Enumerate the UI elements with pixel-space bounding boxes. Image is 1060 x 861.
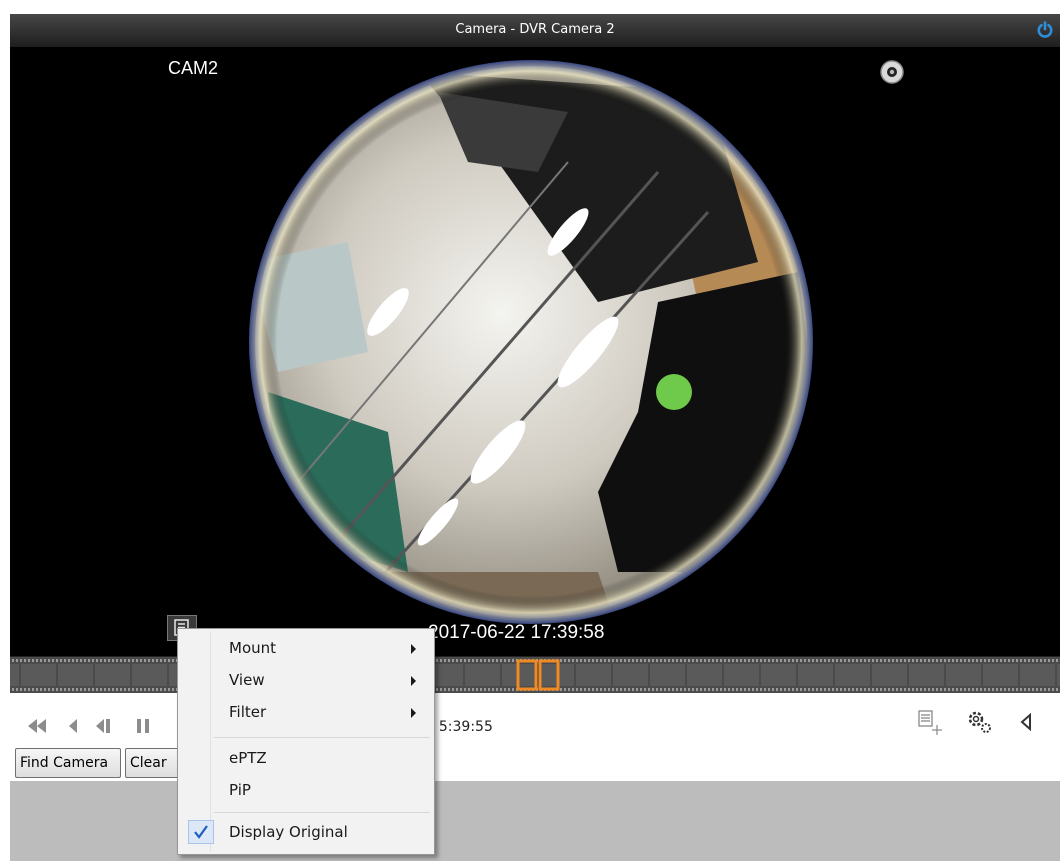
clear-button[interactable]: Clear (125, 748, 185, 778)
fisheye-image (249, 60, 813, 624)
video-timestamp: 2017-06-22 17:39:58 (428, 622, 605, 643)
settings-gears-icon[interactable] (965, 707, 995, 737)
menu-item-pip[interactable]: PiP (180, 775, 432, 805)
screen: Camera - DVR Camera 2 CAM2 2017-06-22 17… (0, 0, 1060, 861)
submenu-arrow-icon (411, 676, 416, 686)
menu-item-label: Display Original (229, 823, 348, 841)
menu-separator (214, 812, 430, 813)
menu-item-label: ePTZ (229, 749, 267, 767)
title-bar[interactable]: Camera - DVR Camera 2 (10, 14, 1060, 48)
menu-item-label: PiP (229, 781, 251, 799)
menu-item-view[interactable]: View (180, 665, 432, 695)
pause-icon[interactable] (130, 713, 156, 739)
menu-item-label: Filter (229, 703, 267, 721)
timeline-bar[interactable] (10, 656, 1060, 694)
power-icon[interactable] (1036, 21, 1054, 39)
menu-separator (214, 737, 430, 738)
camera-window: Camera - DVR Camera 2 CAM2 2017-06-22 17… (10, 14, 1060, 861)
submenu-arrow-icon (411, 644, 416, 654)
menu-item-eptz[interactable]: ePTZ (180, 743, 432, 773)
menu-item-label: View (229, 671, 265, 689)
record-icon[interactable] (878, 58, 906, 86)
menu-item-filter[interactable]: Filter (180, 697, 432, 727)
video-view[interactable]: CAM2 2017-06-22 17:39:58 (10, 48, 1060, 656)
playback-time: , 5:39:55 (430, 719, 493, 735)
camera-label: CAM2 (168, 58, 219, 78)
step-back-icon[interactable] (90, 713, 116, 739)
find-camera-button[interactable]: Find Camera (15, 748, 121, 778)
menu-item-display-original[interactable]: Display Original (180, 817, 432, 847)
collapse-left-icon[interactable] (1015, 711, 1037, 733)
menu-item-mount[interactable]: Mount (180, 633, 432, 663)
playback-controls: , 5:39:55 Find Camera Clear (10, 693, 1060, 781)
submenu-arrow-icon (411, 708, 416, 718)
context-menu: Mount View Filter ePTZ PiP Display Origi… (177, 628, 435, 855)
rewind-icon[interactable] (60, 713, 86, 739)
timeline-marker[interactable] (516, 659, 560, 691)
window-title: Camera - DVR Camera 2 (455, 22, 615, 37)
fast-rewind-icon[interactable] (24, 713, 50, 739)
checkmark-icon (188, 820, 214, 844)
layout-move-icon[interactable] (915, 707, 945, 737)
menu-item-label: Mount (229, 639, 277, 657)
